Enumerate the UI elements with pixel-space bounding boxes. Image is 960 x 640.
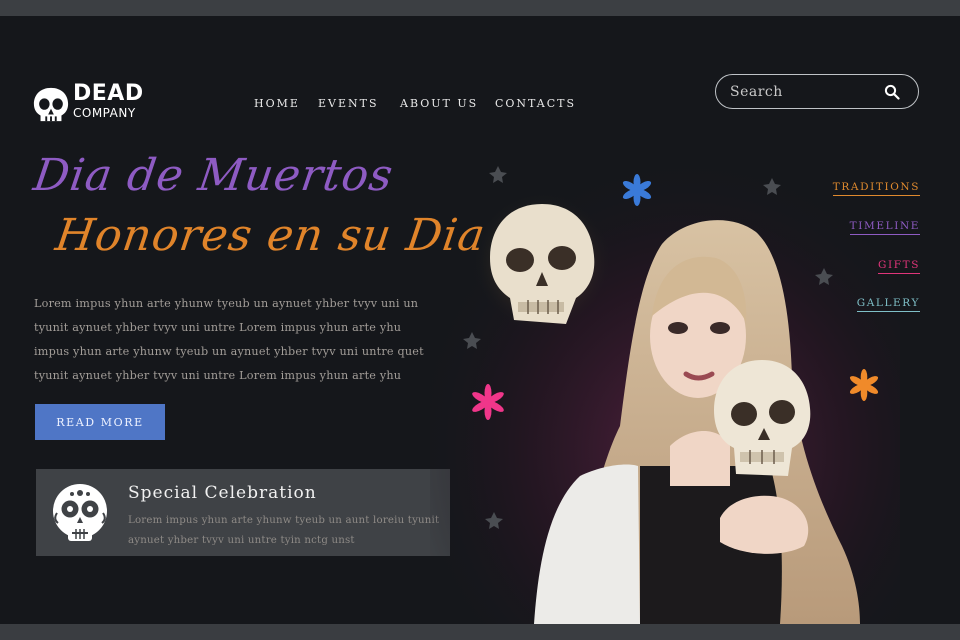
sugar-skull-icon bbox=[53, 484, 107, 541]
nav-home[interactable]: HOME bbox=[254, 97, 300, 110]
skull-logo-icon bbox=[33, 87, 69, 122]
top-frame-bar bbox=[0, 0, 960, 16]
hero-title-line-1: Dia de Muertos bbox=[30, 150, 397, 201]
nav-about-us[interactable]: ABOUT US bbox=[400, 97, 478, 110]
read-more-button[interactable]: READ MORE bbox=[35, 404, 165, 440]
bottom-frame-bar bbox=[0, 624, 960, 640]
nav-events[interactable]: EVENTS bbox=[318, 97, 379, 110]
hero-image-woman-with-skulls bbox=[430, 126, 900, 624]
card-description: Lorem impus yhun arte yhunw tyeub un aun… bbox=[128, 515, 440, 546]
special-celebration-card[interactable]: Special Celebration Lorem impus yhun art… bbox=[36, 469, 450, 556]
side-nav-gallery[interactable]: GALLERY bbox=[856, 297, 920, 312]
nav-contacts[interactable]: CONTACTS bbox=[495, 97, 576, 110]
floating-skull bbox=[472, 192, 612, 332]
search-icon[interactable] bbox=[884, 84, 900, 100]
hero-description: Lorem impus yhun arte yhunw tyeub un ayn… bbox=[34, 297, 424, 382]
search-input[interactable] bbox=[730, 81, 880, 103]
side-nav-traditions[interactable]: TRADITIONS bbox=[832, 181, 920, 196]
card-title: Special Celebration bbox=[128, 483, 317, 503]
logo-subtitle: COMPANY bbox=[73, 106, 136, 120]
side-nav-timeline[interactable]: TIMELINE bbox=[849, 220, 920, 235]
logo-wordmark: DEAD bbox=[73, 81, 144, 106]
hero-title-line-2: Honores en su Dia bbox=[52, 210, 489, 261]
search-box bbox=[715, 74, 919, 109]
logo[interactable]: DEAD COMPANY bbox=[32, 82, 162, 128]
side-nav-gifts[interactable]: GIFTS bbox=[877, 259, 920, 274]
landing-page: DEAD COMPANY HOME EVENTS ABOUT US CONTAC… bbox=[0, 16, 960, 624]
hero-title: Dia de Muertos Honores en su Dia bbox=[30, 150, 488, 290]
